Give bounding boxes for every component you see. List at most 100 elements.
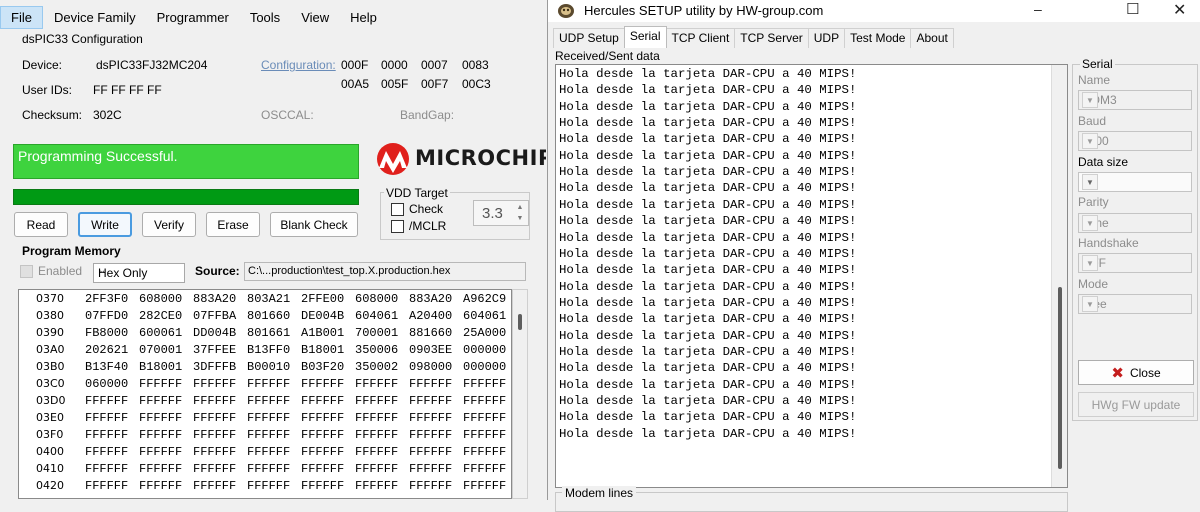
spin-up-icon[interactable]: ▲ [514,202,526,213]
memory-cell[interactable]: FFFFFF [247,462,290,476]
memory-cell[interactable]: 25A000 [463,326,506,340]
memory-cell[interactable]: FFFFFF [247,377,290,391]
parity-select[interactable]: none ▼ [1078,213,1192,233]
memory-cell[interactable]: FFFFFF [247,411,290,425]
memory-cell[interactable]: FFFFFF [355,411,398,425]
memory-cell[interactable]: 881660 [409,326,452,340]
baud-select[interactable]: 9600 ▼ [1078,131,1192,151]
memory-cell[interactable]: FFFFFF [409,445,452,459]
blank-check-button[interactable]: Blank Check [270,212,358,237]
memory-cell[interactable]: 202621 [85,343,128,357]
name-select[interactable]: COM3 ▼ [1078,90,1192,110]
memory-cell[interactable]: FFFFFF [301,394,344,408]
memory-cell[interactable]: FFFFFF [463,394,506,408]
memory-cell[interactable]: FFFFFF [409,462,452,476]
spin-down-icon[interactable]: ▼ [514,213,526,224]
configuration-link[interactable]: Configuration: [261,58,336,72]
memory-cell[interactable]: FFFFFF [355,462,398,476]
memory-cell[interactable]: FFFFFF [85,394,128,408]
menu-tools[interactable]: Tools [240,7,290,28]
mclr-checkbox[interactable] [391,220,404,233]
memory-cell[interactable]: 098000 [409,360,452,374]
memory-cell[interactable]: FFFFFF [355,377,398,391]
memory-cell[interactable]: FB8000 [85,326,128,340]
memory-cell[interactable]: 608000 [355,292,398,306]
memory-cell[interactable]: FFFFFF [355,479,398,493]
memory-cell[interactable]: FFFFFF [139,428,182,442]
memory-cell[interactable]: DD004B [193,326,236,340]
memory-cell[interactable]: FFFFFF [247,394,290,408]
memory-cell[interactable]: 2FFE00 [301,292,344,306]
memory-cell[interactable]: FFFFFF [301,445,344,459]
hwg-fw-update-button[interactable]: HWg FW update [1078,392,1194,417]
memory-cell[interactable]: 700001 [355,326,398,340]
memory-cell[interactable]: 07FFBA [193,309,236,323]
program-memory-grid[interactable]: 0370 2FF3F0 608000 883A20 803A21 2FFE00 608000… [18,289,512,499]
memory-cell[interactable]: FFFFFF [301,428,344,442]
memory-cell[interactable]: 07FFD0 [85,309,128,323]
memory-cell[interactable]: FFFFFF [463,479,506,493]
memory-cell[interactable]: FFFFFF [193,377,236,391]
memory-cell[interactable]: FFFFFF [463,428,506,442]
tab-test-mode[interactable]: Test Mode [844,28,912,48]
memory-cell[interactable]: FFFFFF [409,411,452,425]
datasize-select[interactable]: 8 ▼ [1078,172,1192,192]
close-port-button[interactable]: ✖ Close [1078,360,1194,385]
menu-programmer[interactable]: Programmer [147,7,239,28]
memory-cell[interactable]: 0903EE [409,343,452,357]
memory-cell[interactable]: FFFFFF [355,445,398,459]
memory-cell[interactable]: FFFFFF [193,394,236,408]
memory-cell[interactable]: FFFFFF [301,411,344,425]
memory-cell[interactable]: FFFFFF [355,428,398,442]
scrollbar-thumb[interactable] [1058,287,1062,469]
memory-cell[interactable]: 282CE0 [139,309,182,323]
handshake-select[interactable]: OFF ▼ [1078,253,1192,273]
memory-cell[interactable]: 883A20 [193,292,236,306]
memory-cell[interactable]: 060000 [85,377,128,391]
scrollbar-thumb[interactable] [518,314,522,330]
memory-cell[interactable]: 801660 [247,309,290,323]
memory-scrollbar[interactable] [512,289,528,499]
minimize-icon[interactable]: – [1034,1,1042,17]
memory-cell[interactable]: 608000 [139,292,182,306]
tab-about[interactable]: About [910,28,954,48]
mode-select[interactable]: Free ▼ [1078,294,1192,314]
memory-cell[interactable]: FFFFFF [193,462,236,476]
memory-cell[interactable]: 3DFFFB [193,360,236,374]
close-window-icon[interactable]: ✕ [1173,0,1186,20]
memory-cell[interactable]: FFFFFF [463,445,506,459]
memory-cell[interactable]: FFFFFF [247,479,290,493]
memory-cell[interactable]: FFFFFF [139,377,182,391]
memory-cell[interactable]: 883A20 [409,292,452,306]
memory-cell[interactable]: 000000 [463,343,506,357]
received-data-textarea[interactable]: Hola desde la tarjeta DAR-CPU a 40 MIPS!… [555,64,1068,488]
memory-cell[interactable]: FFFFFF [139,394,182,408]
view-mode-select[interactable]: Hex Only ⌄ [93,263,185,283]
received-scrollbar[interactable] [1051,65,1067,487]
memory-cell[interactable]: 070001 [139,343,182,357]
menu-view[interactable]: View [291,7,339,28]
memory-cell[interactable]: FFFFFF [247,428,290,442]
erase-button[interactable]: Erase [206,212,260,237]
tab-serial[interactable]: Serial [623,26,667,48]
memory-cell[interactable]: FFFFFF [193,428,236,442]
tab-udp-setup[interactable]: UDP Setup [553,28,625,48]
memory-cell[interactable]: B18001 [139,360,182,374]
memory-cell[interactable]: FFFFFF [139,462,182,476]
menu-file[interactable]: File [0,5,43,29]
write-button[interactable]: Write [78,212,132,237]
memory-cell[interactable]: FFFFFF [193,479,236,493]
memory-cell[interactable]: A20400 [409,309,452,323]
memory-cell[interactable]: FFFFFF [85,462,128,476]
memory-cell[interactable]: FFFFFF [193,445,236,459]
read-button[interactable]: Read [14,212,68,237]
memory-cell[interactable]: FFFFFF [85,411,128,425]
memory-cell[interactable]: FFFFFF [463,462,506,476]
memory-cell[interactable]: FFFFFF [301,462,344,476]
memory-cell[interactable]: DE004B [301,309,344,323]
memory-cell[interactable]: 803A21 [247,292,290,306]
memory-cell[interactable]: FFFFFF [301,479,344,493]
memory-cell[interactable]: FFFFFF [85,445,128,459]
memory-cell[interactable]: FFFFFF [85,428,128,442]
memory-cell[interactable]: 604061 [463,309,506,323]
